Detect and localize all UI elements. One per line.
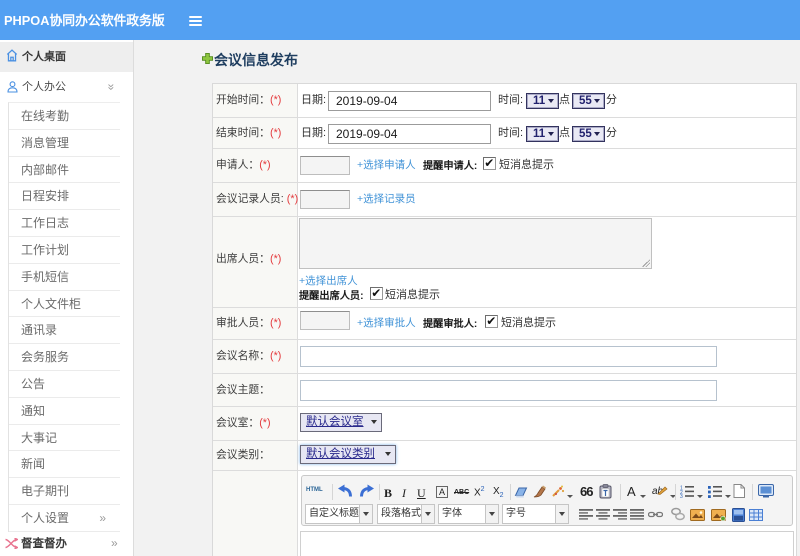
- svg-text:3: 3: [680, 494, 683, 498]
